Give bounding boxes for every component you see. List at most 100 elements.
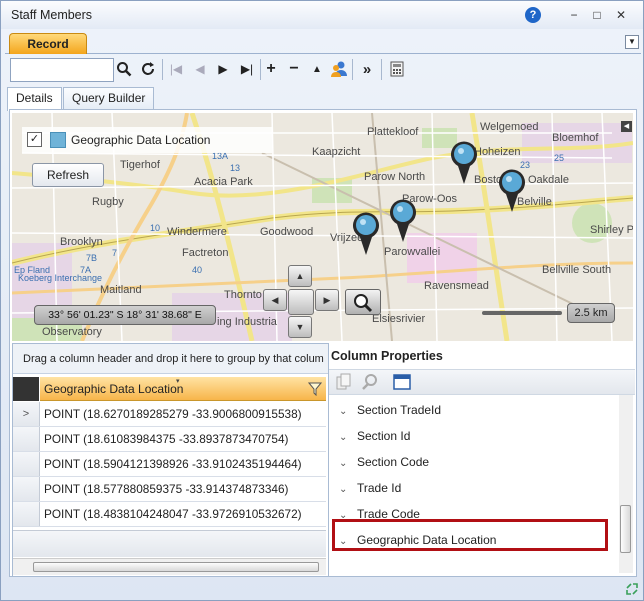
map-place: Bellville South [542,264,611,276]
add-record-button[interactable]: + [261,59,281,79]
search-icon[interactable] [114,59,134,79]
table-cell[interactable]: POINT (18.6270189285279 -33.900680091553… [44,402,302,426]
table-row[interactable]: POINT (18.5904121398926 -33.910243519446… [13,452,326,477]
table-row[interactable]: > POINT (18.6270189285279 -33.9006800915… [13,402,326,427]
coordinate-readout: 33° 56' 01.23" S 18° 31' 38.68" E [34,305,216,325]
sort-indicator-icon: ▾ [176,378,180,385]
layer-legend: ✓ Geographic Data Location [22,127,272,153]
map-marker-icon[interactable] [351,211,381,255]
map-refresh-button[interactable]: Refresh [32,163,104,187]
map-view[interactable]: Plattekloof Welgemoed Bloemhof Tigerhof … [12,113,633,341]
staff-members-window: Staff Members ? − □ ✕ Record ▼ |◀ ◀ ▶ ▶|… [0,0,644,601]
delete-record-button[interactable]: − [284,59,304,79]
property-label: Section Code [357,455,430,469]
property-item[interactable]: ⌄ Section Code [339,451,429,473]
property-item[interactable]: ⌄ Section TradeId [339,399,441,421]
tab-record[interactable]: Record [9,33,87,54]
detail-tabs: Details Query Builder [7,87,639,111]
close-button[interactable]: ✕ [613,7,629,23]
ribbon-dropdown-button[interactable]: ▼ [625,35,639,49]
property-label: Section TradeId [357,403,442,417]
layer-visibility-checkbox[interactable]: ✓ [27,132,42,147]
column-header-geographic-data-location[interactable]: Geographic Data Location ▾ [40,377,326,401]
record-toolbar: |◀ ◀ ▶ ▶| + − ▲ » [7,56,639,84]
users-icon[interactable] [329,59,349,79]
road-label: 13 [230,163,240,173]
column-properties-panel: Column Properties ⌄ Section TradeId ⌄ Sect… [328,343,635,575]
records-grid: Drag a column header and drop it here to… [12,343,329,577]
tab-details[interactable]: Details [7,87,62,111]
map-place: Ravensmead [424,280,489,292]
map-place: Goodwood [260,226,313,238]
search-input[interactable] [10,58,114,82]
map-place: Thornto [224,289,262,301]
pan-center-button[interactable] [288,289,314,315]
move-up-button[interactable]: ▲ [307,59,327,79]
row-indicator [13,452,40,476]
map-marker-icon[interactable] [497,168,527,212]
find-icon[interactable] [361,373,379,391]
refresh-icon[interactable] [138,59,158,79]
chevron-down-icon: ⌄ [339,458,348,469]
map-place: Factreton [182,247,228,259]
restore-button[interactable]: □ [589,7,605,23]
tab-query-builder[interactable]: Query Builder [63,87,155,109]
map-place: Oakdale [528,174,569,186]
road-label: 7 [112,248,117,258]
pan-right-button[interactable]: ▶ [315,289,339,311]
pan-left-button[interactable]: ◀ [263,289,287,311]
minimize-button[interactable]: − [566,7,582,23]
next-record-button[interactable]: ▶ [213,59,233,79]
property-item[interactable]: ⌄ Trade Id [339,477,401,499]
map-place: Acacia Park [194,176,253,188]
resize-grip-icon[interactable] [625,582,639,596]
help-icon[interactable]: ? [525,7,541,23]
details-panel: Plattekloof Welgemoed Bloemhof Tigerhof … [9,109,637,577]
grid-footer [13,530,326,557]
window-icon[interactable] [393,373,411,391]
previous-record-button[interactable]: ◀ [190,59,210,79]
row-indicator-header [13,377,39,401]
copy-icon[interactable] [335,373,353,391]
zoom-button[interactable] [345,289,381,315]
table-cell[interactable]: POINT (18.61083984375 -33.8937873470754) [44,427,288,451]
map-place: Hoheizen [474,146,520,158]
table-row[interactable]: POINT (18.4838104248047 -33.972691053267… [13,502,326,527]
scrollbar-thumb[interactable] [33,562,319,572]
group-by-hint[interactable]: Drag a column header and drop it here to… [13,344,328,374]
scrollbar-thumb[interactable] [620,505,631,553]
map-place: Parow North [364,171,425,183]
last-record-button[interactable]: ▶| [237,59,257,79]
horizontal-scrollbar[interactable] [13,558,326,575]
map-place: Parowvallei [384,246,440,258]
row-indicator [13,477,40,501]
column-properties-toolbar [329,369,635,395]
map-marker-icon[interactable] [449,140,479,184]
more-actions-button[interactable]: » [357,59,377,79]
road-label: 10 [150,223,160,233]
map-place: Elsiesrivier [372,313,426,325]
pan-down-button[interactable]: ▼ [288,316,312,338]
table-row[interactable]: POINT (18.61083984375 -33.8937873470754) [13,427,326,452]
scale-label: 2.5 km [567,303,615,323]
row-indicator [13,427,40,451]
map-place: Rugby [92,196,124,208]
map-place: Shirley Pa [590,224,633,236]
table-cell[interactable]: POINT (18.5904121398926 -33.910243519446… [44,452,302,476]
property-item[interactable]: ⌄ Section Id [339,425,410,447]
map-expand-icon[interactable]: ◀ [621,121,632,132]
calculator-icon[interactable] [387,59,407,79]
column-properties-title: Column Properties [331,349,443,363]
first-record-button[interactable]: |◀ [166,59,186,79]
table-row[interactable]: POINT (18.577880859375 -33.914374873346) [13,477,326,502]
map-marker-icon[interactable] [388,198,418,242]
row-indicator: > [13,402,40,426]
chevron-down-icon: ⌄ [339,406,348,417]
filter-icon[interactable] [308,382,322,396]
pan-up-button[interactable]: ▲ [288,265,312,287]
table-cell[interactable]: POINT (18.4838104248047 -33.972691053267… [44,502,302,526]
vertical-scrollbar[interactable] [619,395,633,573]
magnifier-icon [354,294,373,313]
table-cell[interactable]: POINT (18.577880859375 -33.914374873346) [44,477,288,501]
map-place: Windermere [167,226,227,238]
